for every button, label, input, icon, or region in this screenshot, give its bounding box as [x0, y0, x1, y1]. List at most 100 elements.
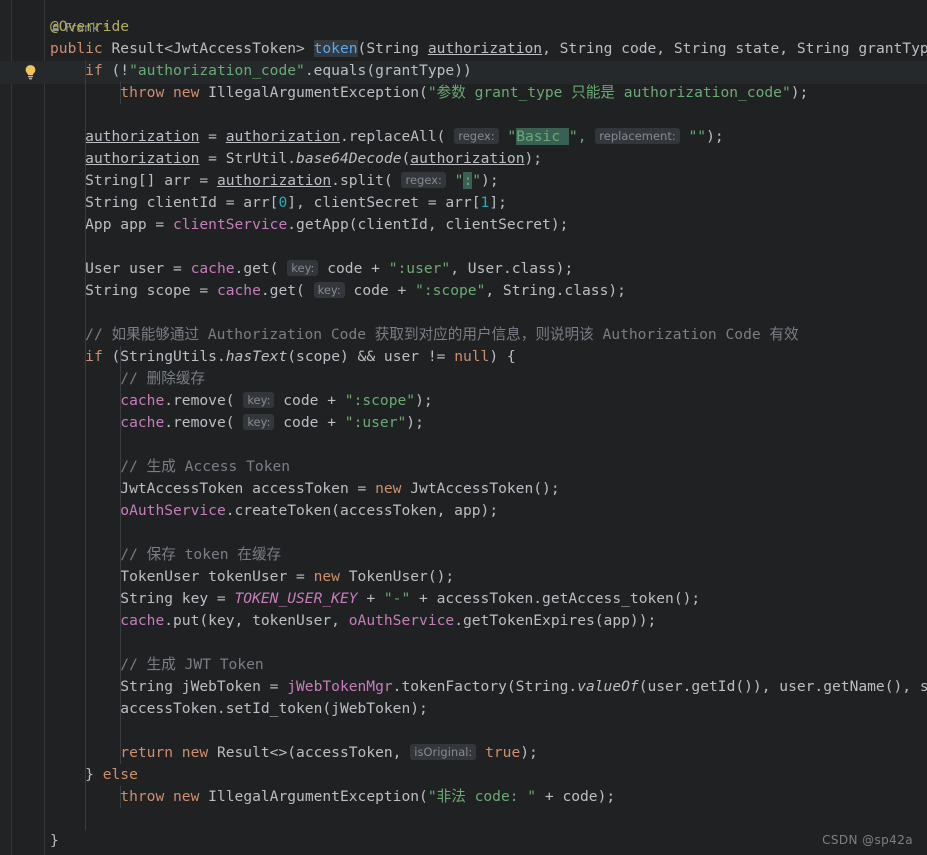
inlay-hint: regex:: [454, 128, 499, 144]
code-token: Basic: [516, 128, 569, 145]
code-token: // 生成 JWT Token: [120, 656, 264, 673]
code-line[interactable]: [0, 434, 927, 456]
code-token: TokenUser();: [348, 568, 455, 585]
code-line[interactable]: String[] arr = authorization.split( rege…: [0, 170, 927, 192]
code-line[interactable]: // 生成 Access Token: [0, 456, 927, 478]
code-token: jWebTokenMgr: [287, 678, 393, 695]
code-line[interactable]: @Override: [0, 16, 927, 38]
code-token: );: [415, 392, 433, 409]
code-token: (scope) && user !=: [287, 348, 455, 365]
code-token: .get(: [234, 260, 288, 277]
code-token: IllegalArgumentException(: [208, 84, 428, 101]
code-line[interactable]: String key = TOKEN_USER_KEY + "-" + acce…: [0, 588, 927, 610]
watermark: CSDN @sp42a: [822, 833, 913, 847]
code-line[interactable]: [0, 720, 927, 742]
code-token: public: [50, 40, 112, 57]
code-token: code +: [274, 392, 345, 409]
code-line[interactable]: // 删除缓存: [0, 368, 927, 390]
code-token: = StrUtil.: [199, 150, 297, 167]
code-line[interactable]: } else: [0, 764, 927, 786]
code-token: :: [463, 172, 473, 189]
inlay-hint: key:: [243, 414, 275, 430]
code-content[interactable]: @Override public Result<JwtAccessToken> t…: [0, 16, 927, 852]
code-token: + accessToken.getAccess_token();: [410, 590, 701, 607]
code-token: Result<JwtAccessToken>: [111, 40, 314, 57]
code-line[interactable]: [0, 632, 927, 654]
code-token: );: [524, 150, 543, 167]
code-token: ": [445, 172, 464, 189]
code-line[interactable]: String jWebToken = jWebTokenMgr.tokenFac…: [0, 676, 927, 698]
code-line[interactable]: App app = clientService.getApp(clientId,…: [0, 214, 927, 236]
code-token: cache: [120, 392, 165, 409]
code-line[interactable]: cache.remove( key: code + ":scope");: [0, 390, 927, 412]
code-token: JwtAccessToken accessToken =: [50, 480, 376, 497]
code-line[interactable]: throw new IllegalArgumentException("非法 c…: [0, 786, 927, 808]
code-token: +: [357, 590, 384, 607]
code-token: ":scope": [344, 392, 416, 409]
code-token: return new: [120, 744, 217, 761]
code-line[interactable]: cache.put(key, tokenUser, oAuthService.g…: [0, 610, 927, 632]
code-token: App app =: [50, 216, 174, 233]
code-line[interactable]: // 如果能够通过 Authorization Code 获取到对应的用户信息，…: [0, 324, 927, 346]
code-line[interactable]: User user = cache.get( key: code + ":use…: [0, 258, 927, 280]
code-line[interactable]: }: [0, 830, 927, 852]
code-token: null: [454, 348, 490, 365]
code-line[interactable]: throw new IllegalArgumentException("参数 g…: [0, 82, 927, 104]
code-line[interactable]: String scope = cache.get( key: code + ":…: [0, 280, 927, 302]
code-token: base64Decode: [296, 150, 402, 167]
code-token: true: [485, 744, 521, 761]
code-token: if: [85, 348, 103, 365]
indent-guide: [120, 786, 122, 808]
code-line[interactable]: [0, 522, 927, 544]
code-line[interactable]: JwtAccessToken accessToken = new JwtAcce…: [0, 478, 927, 500]
code-token: oAuthService: [120, 502, 226, 519]
code-editor[interactable]: Frank * @Override public Result<JwtAccess…: [0, 0, 927, 855]
code-token: Result<>(accessToken,: [216, 744, 411, 761]
code-line[interactable]: [0, 236, 927, 258]
code-token: =: [199, 128, 226, 145]
code-line[interactable]: authorization = authorization.replaceAll…: [0, 126, 927, 148]
code-token: new: [375, 480, 411, 497]
code-token: cache: [216, 282, 261, 299]
code-token: authorization: [427, 40, 543, 57]
inlay-hint: key:: [313, 282, 345, 298]
code-line[interactable]: if (StringUtils.hasText(scope) && user !…: [0, 346, 927, 368]
code-line[interactable]: authorization = StrUtil.base64Decode(aut…: [0, 148, 927, 170]
code-token: .put(key, tokenUser,: [164, 612, 349, 629]
code-token: );: [790, 84, 809, 101]
code-line[interactable]: String clientId = arr[0], clientSecret =…: [0, 192, 927, 214]
code-token: }: [50, 766, 103, 783]
code-token: TokenUser tokenUser =: [50, 568, 314, 585]
code-line[interactable]: if (!"authorization_code".equals(grantTy…: [0, 60, 927, 82]
code-token: .get(: [260, 282, 314, 299]
code-token: cache: [120, 414, 165, 431]
code-token: .tokenFactory(String.: [392, 678, 578, 695]
code-line[interactable]: // 生成 JWT Token: [0, 654, 927, 676]
code-line[interactable]: accessToken.setId_token(jWebToken);: [0, 698, 927, 720]
code-token: .remove(: [164, 414, 244, 431]
code-token: );: [520, 744, 538, 761]
inlay-hint: isOriginal:: [410, 744, 477, 760]
code-token: String scope =: [50, 282, 217, 299]
code-token: + code);: [536, 788, 616, 805]
indent-guide: [85, 60, 87, 830]
code-line[interactable]: [0, 302, 927, 324]
code-line[interactable]: TokenUser tokenUser = new TokenUser();: [0, 566, 927, 588]
code-token: );: [706, 128, 724, 145]
code-line[interactable]: oAuthService.createToken(accessToken, ap…: [0, 500, 927, 522]
code-token: (!: [102, 62, 130, 79]
code-token: IllegalArgumentException(: [208, 788, 428, 805]
code-token: .getApp(clientId, clientSecret);: [287, 216, 569, 233]
code-line[interactable]: [0, 104, 927, 126]
code-line[interactable]: [0, 808, 927, 830]
code-line[interactable]: return new Result<>(accessToken, isOrigi…: [0, 742, 927, 764]
code-token: // 生成 Access Token: [120, 458, 291, 475]
code-token: code +: [344, 282, 416, 299]
code-line[interactable]: public Result<JwtAccessToken> token(Stri…: [0, 38, 927, 60]
code-line[interactable]: // 保存 token 在缓存: [0, 544, 927, 566]
inlay-hint: replacement:: [595, 128, 680, 144]
code-line[interactable]: cache.remove( key: code + ":user");: [0, 412, 927, 434]
code-token: cache: [120, 612, 165, 629]
